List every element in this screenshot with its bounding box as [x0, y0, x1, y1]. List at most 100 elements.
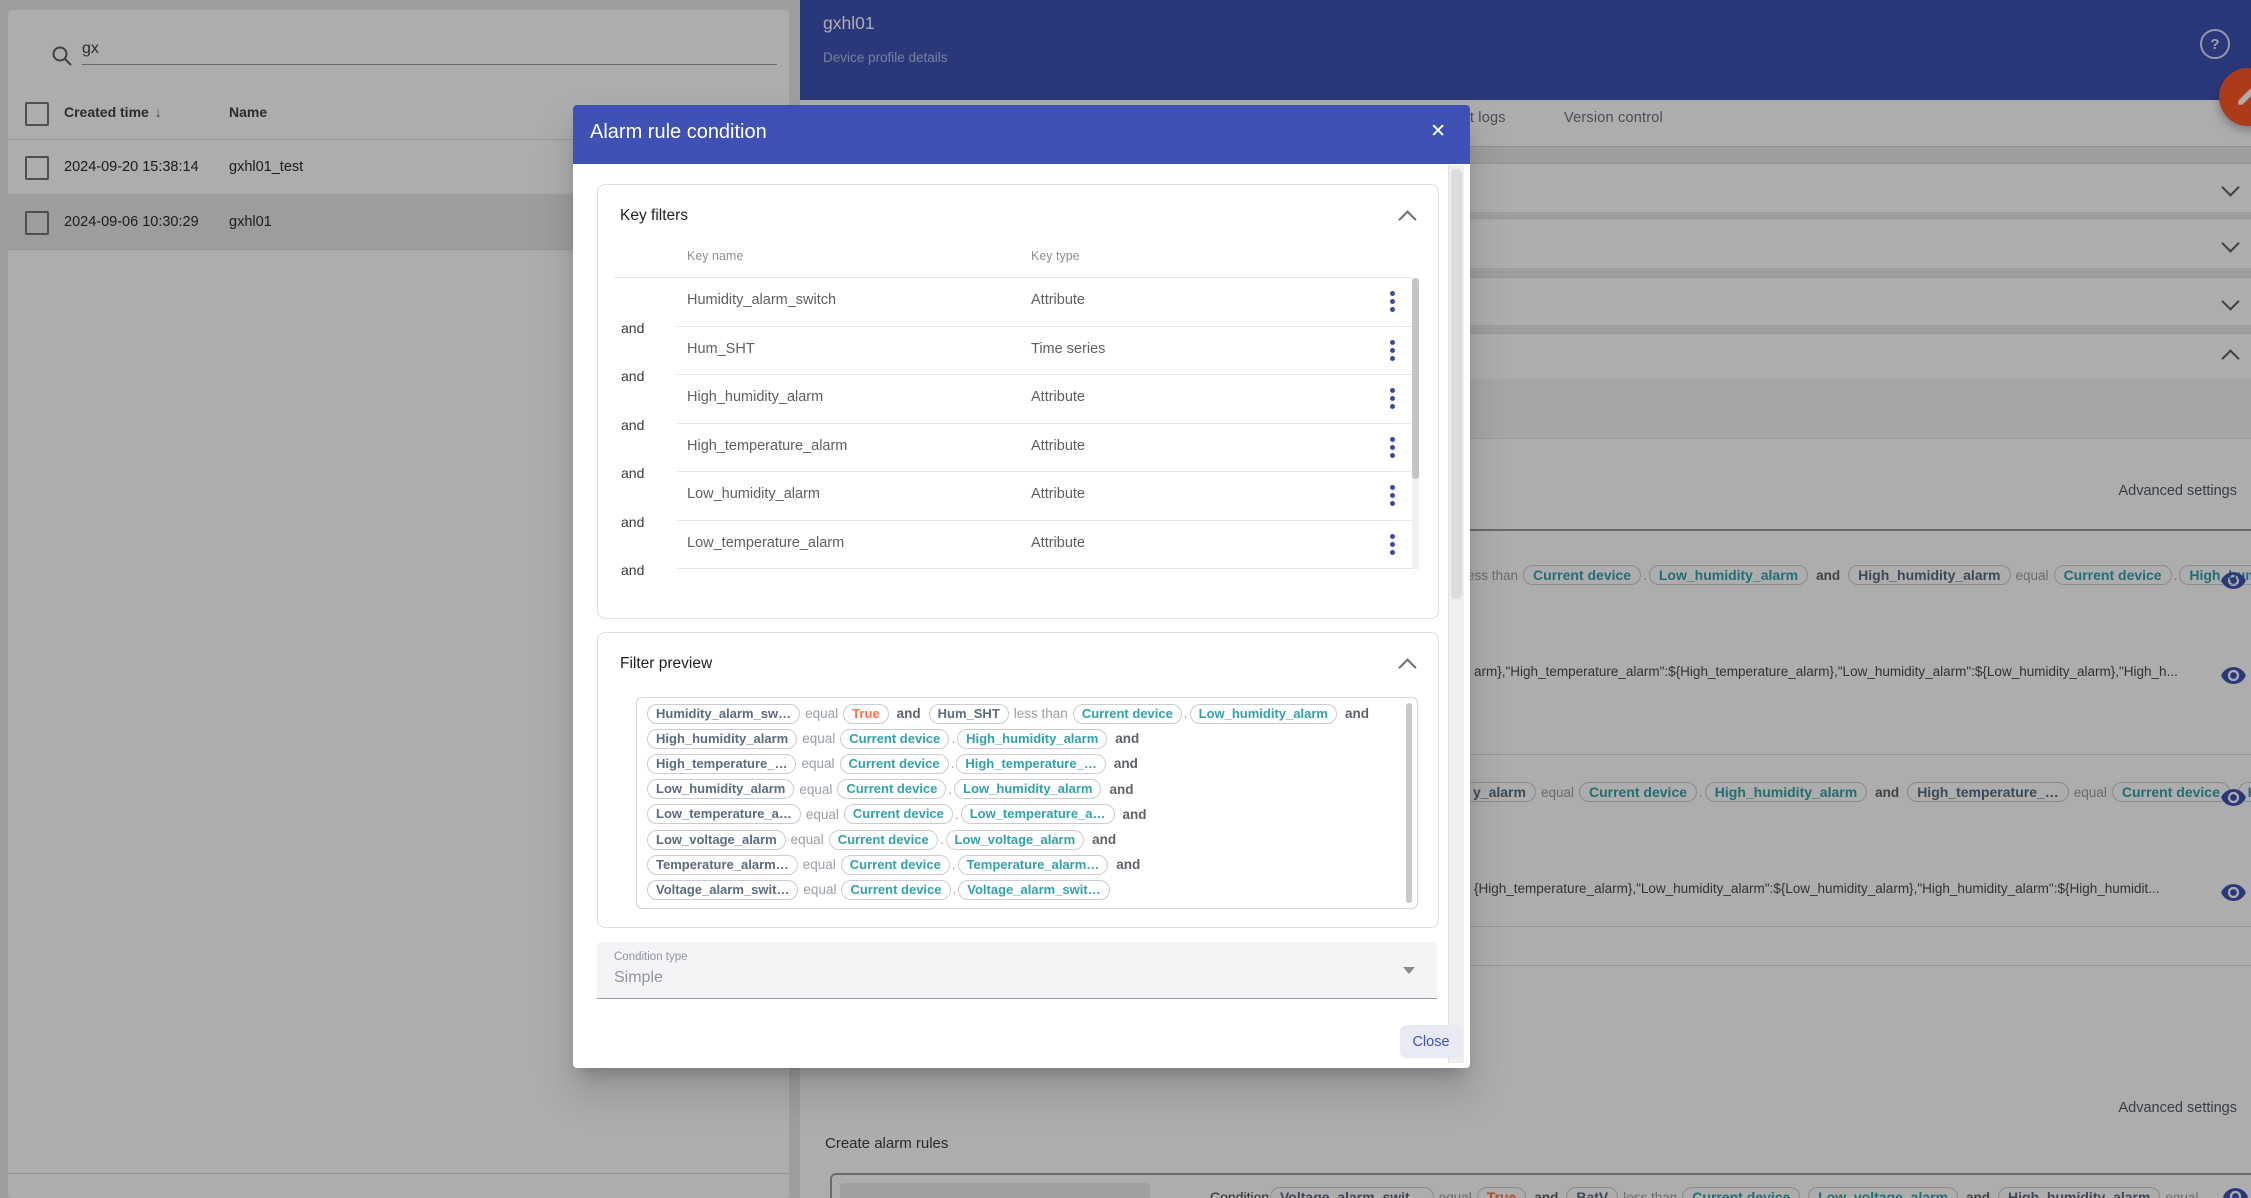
preview-line: Humidity_alarm_sw…equalTrueandHum_SHTles…	[647, 701, 1417, 726]
filter-chip: Current device	[837, 779, 946, 799]
filter-operator: equal	[803, 857, 836, 872]
filter-operator: .	[940, 832, 944, 847]
connector-label: and	[621, 562, 644, 578]
dialog-title: Alarm rule condition	[590, 121, 767, 144]
filter-chip: Temperature_alarm…	[647, 855, 798, 875]
filter-chip: Current device	[841, 855, 950, 875]
filter-chip: High_humidity_alarm	[647, 729, 797, 749]
key-name: High_temperature_alarm	[687, 438, 847, 454]
filter-chip: Low_temperature_a…	[961, 804, 1115, 824]
row-menu-icon[interactable]	[1386, 336, 1399, 365]
filter-chip: High_temperature_…	[647, 754, 796, 774]
filter-operator: equal	[801, 756, 834, 771]
filter-chip: Current device	[844, 804, 953, 824]
key-type: Attribute	[1031, 535, 1085, 551]
key-name-column-header: Key name	[687, 249, 743, 263]
filter-operator: and	[1109, 782, 1133, 797]
key-name: High_humidity_alarm	[687, 389, 823, 405]
filter-preview-card: Filter preview Humidity_alarm_sw…equalTr…	[597, 632, 1439, 928]
row-menu-icon[interactable]	[1386, 433, 1399, 462]
filter-operator: .	[952, 857, 956, 872]
filter-operator: equal	[806, 807, 839, 822]
row-menu-icon[interactable]	[1386, 287, 1399, 316]
filter-operator: and	[1345, 706, 1369, 721]
key-type: Attribute	[1031, 438, 1085, 454]
key-type-column-header: Key type	[1031, 249, 1080, 263]
filter-preview-box: Humidity_alarm_sw…equalTrueandHum_SHTles…	[636, 697, 1418, 909]
row-menu-icon[interactable]	[1386, 530, 1399, 559]
preview-line: Low_temperature_a…equalCurrent device.Lo…	[647, 802, 1417, 827]
filter-chip: Low_voltage_alarm	[946, 830, 1085, 850]
row-menu-icon[interactable]	[1386, 384, 1399, 413]
filter-chip: Current device	[829, 830, 938, 850]
list-scrollbar[interactable]	[1412, 278, 1419, 569]
filter-chip: Low_humidity_alarm	[1190, 704, 1337, 724]
key-type: Attribute	[1031, 292, 1085, 308]
filter-operator: equal	[803, 882, 836, 897]
dialog-scrollbar-thumb[interactable]	[1451, 169, 1462, 599]
preview-line: High_temperature_…equalCurrent device.Hi…	[647, 751, 1417, 776]
filter-operator: and	[1092, 832, 1116, 847]
filter-operator: and	[1115, 731, 1139, 746]
filter-operator: .	[953, 882, 957, 897]
filter-chip: Humidity_alarm_sw…	[647, 704, 800, 724]
preview-line: High_humidity_alarmequalCurrent device.H…	[647, 726, 1417, 751]
filter-operator: equal	[791, 832, 824, 847]
dialog-scrollbar[interactable]	[1448, 165, 1464, 1063]
key-name: Low_humidity_alarm	[687, 486, 820, 502]
alarm-rule-condition-dialog: Alarm rule condition ✕ Key filters Key n…	[573, 105, 1470, 1068]
key-type: Attribute	[1031, 389, 1085, 405]
key-filter-row[interactable]: Hum_SHT Time series and	[598, 327, 1412, 376]
filter-operator: and	[897, 706, 921, 721]
filter-chip: Low_voltage_alarm	[647, 830, 786, 850]
filter-chip: Voltage_alarm_swit…	[958, 880, 1109, 900]
filter-operator: .	[955, 807, 959, 822]
filter-chip: Low_humidity_alarm	[954, 779, 1101, 799]
filter-chip: Hum_SHT	[929, 704, 1009, 724]
key-filter-row[interactable]: Humidity_alarm_switch Attribute and	[598, 278, 1412, 327]
filter-chip: Low_humidity_alarm	[647, 779, 794, 799]
key-filter-row[interactable]: High_humidity_alarm Attribute and	[598, 375, 1412, 424]
preview-line: Low_voltage_alarmequalCurrent device.Low…	[647, 827, 1417, 852]
key-filters-card: Key filters Key name Key type Humidity_a…	[597, 184, 1439, 619]
close-icon[interactable]: ✕	[1430, 122, 1446, 141]
filter-operator: .	[1184, 706, 1188, 721]
preview-line: Voltage_alarm_swit…equalCurrent device.V…	[647, 877, 1417, 902]
filter-chip: Current device	[841, 880, 950, 900]
key-name: Humidity_alarm_switch	[687, 292, 836, 308]
key-filter-row[interactable]: Low_humidity_alarm Attribute and	[598, 472, 1412, 521]
filter-operator: and	[1123, 807, 1147, 822]
filter-operator: .	[951, 756, 955, 771]
key-filter-row[interactable]: Low_temperature_alarm Attribute and	[598, 521, 1412, 570]
filter-operator: equal	[799, 782, 832, 797]
key-filter-row[interactable]: High_temperature_alarm Attribute and	[598, 424, 1412, 473]
dropdown-arrow-icon	[1403, 967, 1415, 974]
preview-scrollbar-thumb[interactable]	[1406, 703, 1412, 903]
preview-line: Temperature_alarm…equalCurrent device.Te…	[647, 852, 1417, 877]
collapse-chevron-icon[interactable]	[1398, 210, 1416, 228]
close-button[interactable]: Close	[1400, 1025, 1462, 1058]
filter-operator: less than	[1014, 706, 1068, 721]
filter-chip: True	[843, 704, 888, 724]
condition-type-label: Condition type	[614, 951, 688, 963]
filter-operator: equal	[805, 706, 838, 721]
filter-chip: Current device	[840, 754, 949, 774]
filter-chip: Temperature_alarm…	[958, 855, 1109, 875]
filter-operator: .	[951, 731, 955, 746]
filter-chip: Current device	[1073, 704, 1182, 724]
key-type: Time series	[1031, 341, 1105, 357]
key-name: Hum_SHT	[687, 341, 755, 357]
row-menu-icon[interactable]	[1386, 481, 1399, 510]
filter-preview-title: Filter preview	[620, 655, 712, 673]
filter-chip: Voltage_alarm_swit…	[647, 880, 798, 900]
preview-line: Low_humidity_alarmequalCurrent device.Lo…	[647, 777, 1417, 802]
filter-operator: .	[948, 782, 952, 797]
row-divider	[677, 568, 1412, 569]
filter-chip: High_temperature_…	[956, 754, 1105, 774]
filter-operator: equal	[802, 731, 835, 746]
condition-type-value: Simple	[614, 969, 663, 987]
collapse-chevron-icon[interactable]	[1398, 658, 1416, 676]
list-scrollbar-thumb[interactable]	[1412, 278, 1419, 479]
filter-operator: and	[1116, 857, 1140, 872]
condition-type-select[interactable]: Condition type Simple	[597, 942, 1437, 999]
